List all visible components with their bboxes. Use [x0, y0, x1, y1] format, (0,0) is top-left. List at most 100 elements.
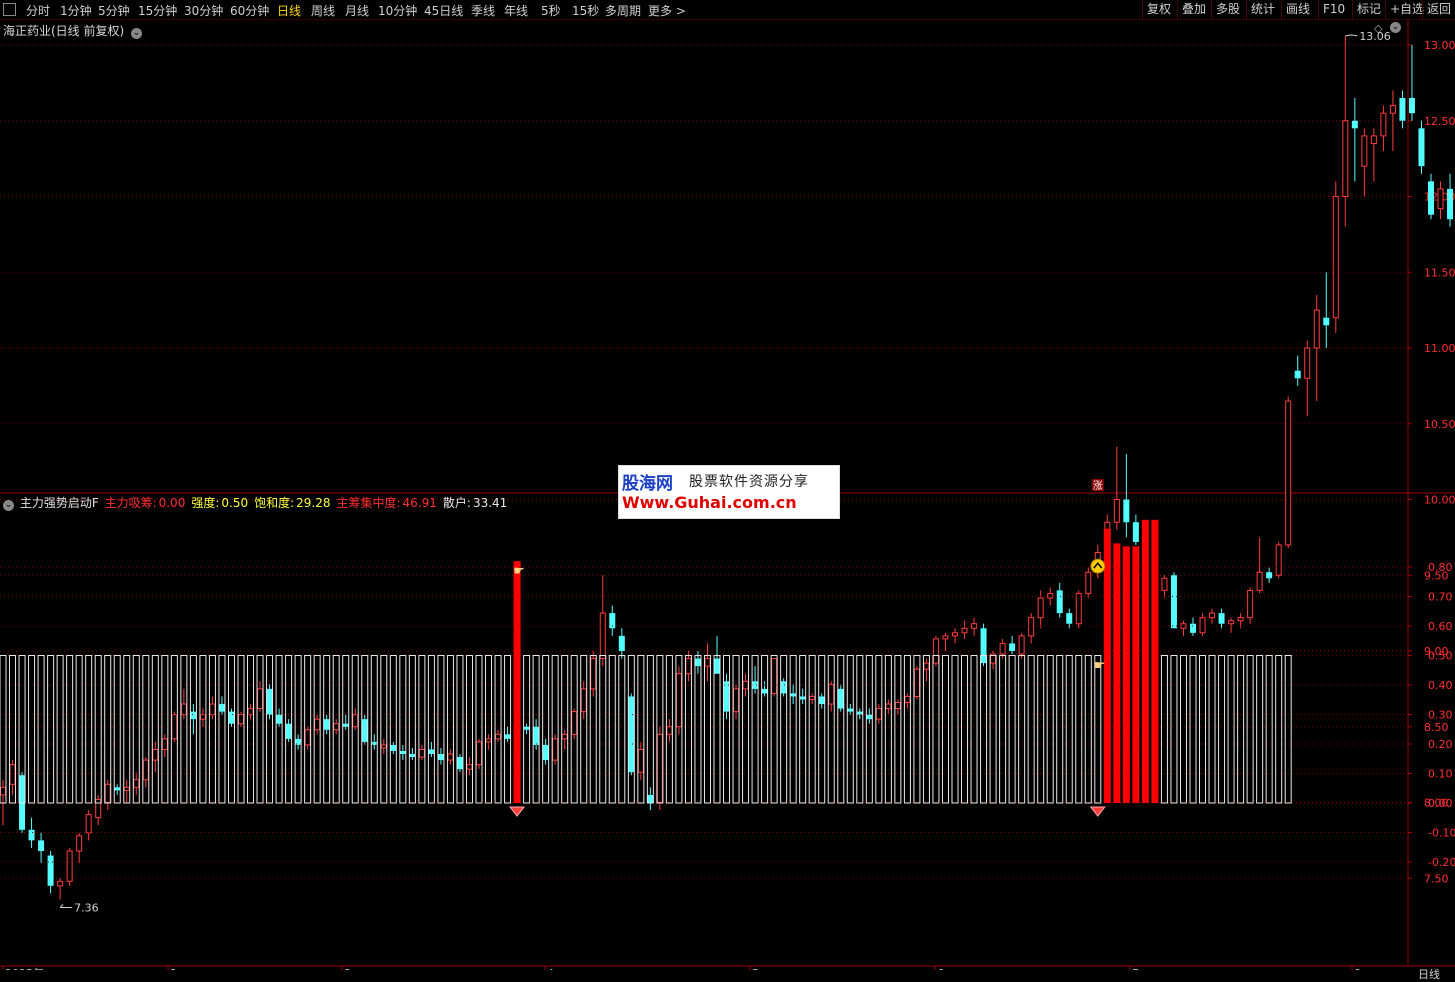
period-tab[interactable]: 5秒 — [541, 2, 561, 19]
candle — [894, 699, 901, 715]
candle — [1304, 340, 1311, 417]
indicator-bar — [761, 655, 769, 804]
candle — [76, 832, 83, 864]
candle — [523, 723, 530, 735]
period-tab[interactable]: 多周期 — [605, 2, 641, 19]
indicator-bar — [618, 655, 626, 804]
indicator-bar — [161, 655, 169, 804]
period-toolbar: 分时 1分钟 5分钟 15分钟 30分钟 60分钟 日线 周线 月线 10分钟 45日线 季线 年线 5秒… — [0, 0, 1455, 20]
candle-body — [1332, 196, 1339, 319]
candle-body — [723, 681, 730, 712]
period-tab[interactable]: 10分钟 — [378, 2, 417, 19]
candle-body — [85, 814, 92, 834]
candle-body — [1190, 623, 1196, 633]
indicator-field-value: 0.50 — [221, 496, 249, 510]
candle — [761, 681, 768, 697]
indicator-bar — [180, 655, 188, 804]
candle — [971, 617, 978, 636]
indicator-bar — [446, 655, 454, 804]
indicator-bar — [1008, 655, 1016, 804]
indicator-bar — [799, 655, 807, 804]
period-tab[interactable]: 周线 — [311, 2, 335, 19]
indicator-tick-label: 0.20 — [1428, 738, 1453, 751]
candle — [637, 741, 644, 780]
candle-body — [104, 783, 111, 804]
candle-body — [932, 638, 939, 664]
indicator-bar — [389, 655, 397, 804]
candle — [675, 666, 682, 735]
candle-body — [913, 668, 920, 697]
toolbar-button[interactable]: 叠加 — [1177, 0, 1210, 19]
indicator-bar — [1284, 655, 1292, 804]
period-tab[interactable]: 45日线 — [424, 2, 463, 19]
candle-body — [875, 708, 882, 720]
indicator-bar — [608, 655, 616, 804]
indicator-bar — [808, 655, 816, 804]
candle — [885, 699, 892, 715]
price-tick-label: 8.50 — [1424, 721, 1449, 734]
layout-toggle-icon[interactable] — [3, 3, 16, 16]
indicator-bar — [1208, 655, 1216, 804]
indicator-bar-strong — [1132, 546, 1140, 803]
candle-body — [666, 726, 673, 735]
toolbar-button[interactable]: 画线 — [1281, 0, 1314, 19]
candle — [161, 734, 168, 758]
candle — [1285, 396, 1292, 548]
candle — [152, 741, 159, 773]
candle — [542, 738, 549, 765]
candle — [533, 719, 540, 750]
period-tab[interactable]: 5分钟 — [98, 2, 130, 19]
candle-body — [304, 729, 311, 746]
indicator-bar — [1037, 655, 1045, 804]
period-tab[interactable]: 15秒 — [572, 2, 599, 19]
indicator-field-label: 主力吸筹: — [104, 496, 157, 510]
candle — [66, 847, 73, 886]
period-tab[interactable]: 年线 — [504, 2, 528, 19]
candle-body — [180, 703, 187, 716]
candle-body — [238, 714, 244, 725]
low-marker-arrow — [59, 904, 73, 908]
indicator-bar — [941, 655, 949, 804]
toolbar-button[interactable]: 标记 — [1352, 0, 1385, 19]
candle-body — [190, 711, 197, 720]
indicator-bar — [961, 655, 969, 804]
period-tab[interactable]: 季线 — [471, 2, 495, 19]
indicator-field-label: 散户: — [442, 496, 471, 510]
diamond-signal-icon — [509, 806, 526, 817]
candle-body — [314, 718, 321, 731]
period-tab[interactable]: 月线 — [345, 2, 369, 19]
candle — [1228, 617, 1235, 633]
indicator-bar — [437, 655, 445, 804]
period-tab[interactable]: 15分钟 — [138, 2, 177, 19]
period-tab[interactable]: 1分钟 — [60, 2, 92, 19]
candle — [580, 681, 587, 720]
period-tab[interactable]: 60分钟 — [230, 2, 269, 19]
toolbar-button[interactable]: 复权 — [1142, 0, 1175, 19]
candle-body — [247, 708, 254, 716]
period-tab[interactable]: 分时 — [26, 2, 50, 19]
candle — [932, 635, 939, 667]
settings-circle-icon[interactable]: ⌄ — [3, 500, 14, 511]
period-tab[interactable]: 更多 > — [648, 2, 686, 19]
candle-body — [428, 749, 435, 755]
toolbar-button[interactable]: F10 — [1318, 0, 1349, 19]
toolbar-button[interactable]: 多股 — [1211, 0, 1244, 19]
candle — [1408, 45, 1415, 121]
candle-body — [656, 733, 663, 804]
candle-body — [733, 688, 740, 713]
indicator-bar — [199, 655, 207, 804]
candle-body — [1313, 309, 1320, 349]
toolbar-button[interactable]: 返回 — [1422, 0, 1455, 19]
candle-body — [399, 750, 406, 755]
period-tab[interactable]: 30分钟 — [184, 2, 223, 19]
candle-body — [1218, 613, 1225, 624]
candle — [437, 747, 444, 765]
candle-body — [1408, 98, 1415, 114]
toolbar-button[interactable]: 统计 — [1246, 0, 1279, 19]
candle — [990, 651, 997, 670]
pointer-hand-icon: ☛ — [1094, 659, 1106, 674]
period-tab[interactable]: 日线 — [277, 2, 301, 19]
candle-body — [771, 658, 778, 694]
candle-body — [218, 704, 225, 712]
candle — [209, 696, 216, 720]
